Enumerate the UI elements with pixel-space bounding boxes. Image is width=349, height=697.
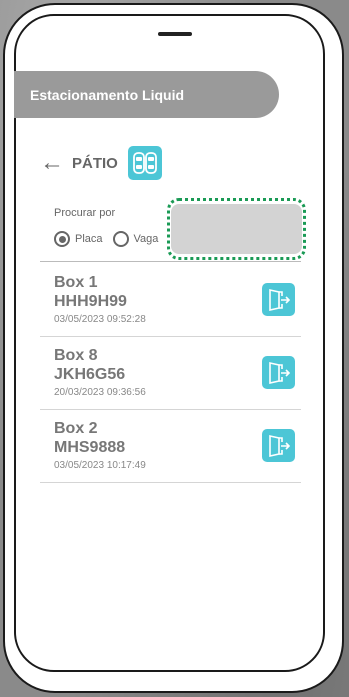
search-input[interactable] — [171, 204, 302, 254]
item-datetime: 03/05/2023 09:52:28 — [54, 314, 146, 325]
item-datetime: 03/05/2023 10:17:49 — [54, 460, 146, 471]
parking-cars-icon — [127, 146, 162, 180]
search-type-group: Placa Vaga — [54, 231, 168, 247]
item-plate: JKH6G56 — [54, 366, 126, 383]
page-title: PÁTIO — [72, 154, 118, 172]
search-label: Procurar por — [54, 207, 116, 219]
app-title: Estacionamento Liquid — [30, 86, 185, 103]
radio-label: Vaga — [133, 233, 159, 245]
list-item[interactable]: Box 2 MHS9888 03/05/2023 10:17:49 — [40, 410, 301, 483]
item-box: Box 8 — [54, 347, 98, 364]
item-plate: MHS9888 — [54, 439, 126, 456]
speaker-slot — [158, 32, 192, 36]
divider — [40, 261, 301, 262]
radio-placa[interactable]: Placa — [54, 231, 103, 247]
app-header: Estacionamento Liquid — [14, 71, 279, 118]
radio-checked-icon[interactable] — [54, 231, 70, 247]
list-item[interactable]: Box 1 HHH9H99 03/05/2023 09:52:28 — [40, 264, 301, 337]
item-box: Box 2 — [54, 420, 98, 437]
radio-label: Placa — [75, 233, 103, 245]
radio-unchecked-icon[interactable] — [112, 231, 129, 247]
page-nav: ← PÁTIO — [40, 146, 162, 180]
item-box: Box 1 — [54, 274, 98, 291]
exit-door-icon[interactable] — [262, 429, 295, 462]
item-datetime: 20/03/2023 09:36:56 — [54, 387, 146, 398]
search-input-highlight — [167, 198, 306, 260]
exit-door-icon[interactable] — [262, 283, 295, 316]
list-item[interactable]: Box 8 JKH6G56 20/03/2023 09:36:56 — [40, 337, 301, 410]
item-plate: HHH9H99 — [54, 293, 127, 310]
vehicle-list: Box 1 HHH9H99 03/05/2023 09:52:28 Box 8 … — [40, 264, 301, 483]
exit-door-icon[interactable] — [262, 356, 295, 389]
radio-vaga[interactable]: Vaga — [112, 231, 159, 247]
arrow-left-icon[interactable]: ← — [40, 151, 64, 175]
